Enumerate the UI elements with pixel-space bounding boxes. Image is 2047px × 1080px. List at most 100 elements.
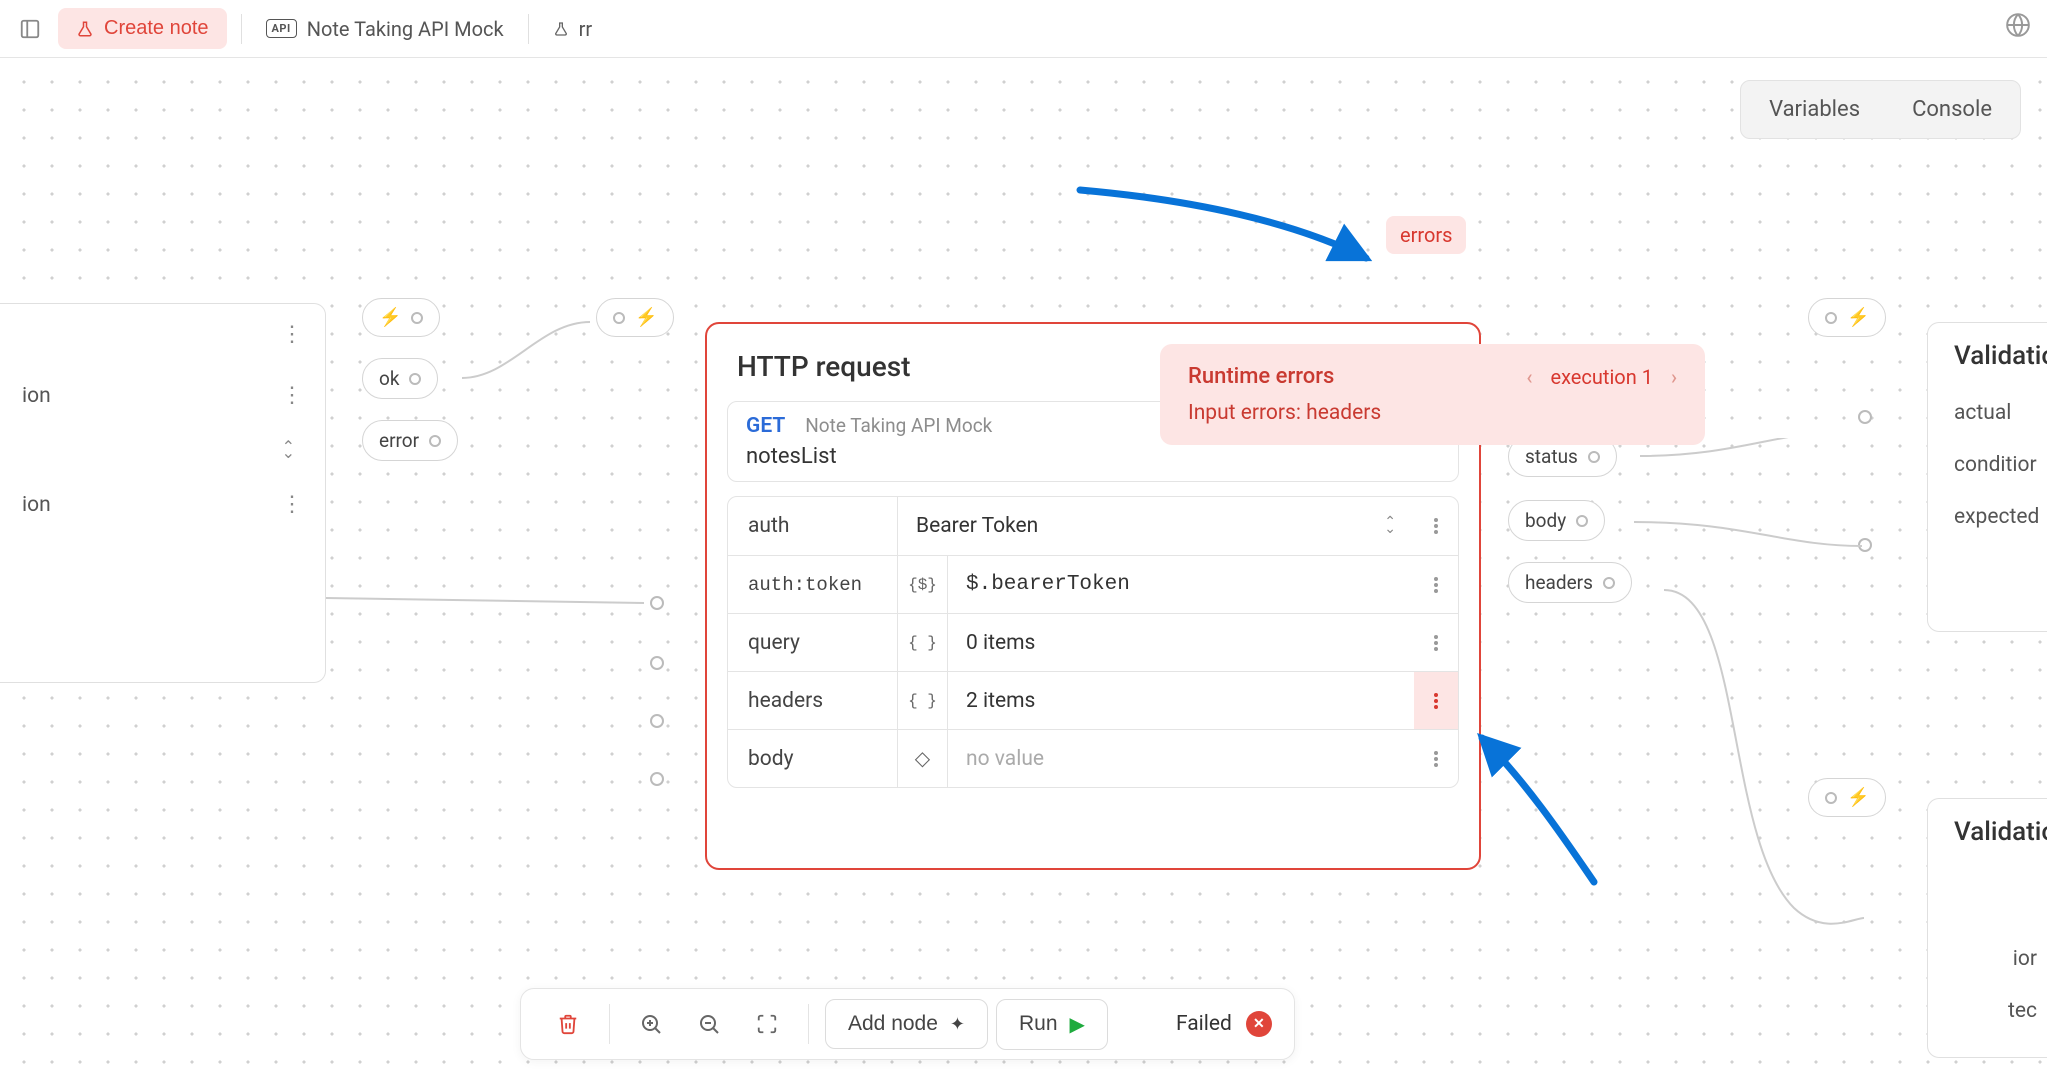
more-icon[interactable]: ⋮ xyxy=(281,492,303,517)
add-node-label: Add node xyxy=(848,1012,938,1036)
param-value[interactable]: no value xyxy=(948,747,1414,771)
param-type-icon: { } xyxy=(898,672,948,729)
port-out[interactable] xyxy=(1588,451,1600,463)
status-label: Failed xyxy=(1176,1012,1232,1036)
param-row-query: query { } 0 items xyxy=(728,613,1458,671)
separator xyxy=(609,1004,610,1044)
failed-icon: ✕ xyxy=(1246,1011,1272,1037)
tab-variables[interactable]: Variables xyxy=(1745,85,1884,134)
node-title: Validatio xyxy=(1954,341,2047,371)
chip-label: body xyxy=(1525,509,1566,532)
param-table: auth Bearer Token ⌃⌄ auth:token {$} $.be… xyxy=(727,496,1459,788)
validation-node[interactable]: Validatio actual conditior expected xyxy=(1927,322,2047,632)
runtime-message: Input errors: headers xyxy=(1188,401,1677,425)
node-chip-ok[interactable]: ok xyxy=(362,358,438,399)
node-title: Validatio xyxy=(1954,817,2047,847)
execution-label: execution 1 xyxy=(1550,365,1653,389)
left-row-label: ion xyxy=(22,384,51,408)
param-more-icon[interactable] xyxy=(1414,730,1458,787)
flask-icon xyxy=(76,19,94,39)
port-out[interactable] xyxy=(1603,577,1615,589)
port-in[interactable] xyxy=(650,772,664,786)
http-method: GET xyxy=(746,414,785,438)
param-row-auth: auth Bearer Token ⌃⌄ xyxy=(728,497,1458,555)
fit-view-icon[interactable] xyxy=(742,999,792,1049)
param-label: expected xyxy=(1954,491,2047,543)
more-icon[interactable]: ⋮ xyxy=(281,322,303,347)
node-chip-error[interactable]: error xyxy=(362,420,458,461)
separator xyxy=(808,1004,809,1044)
http-api-name: Note Taking API Mock xyxy=(805,414,992,437)
bolt-icon: ⚡ xyxy=(1847,307,1869,328)
port-out[interactable] xyxy=(409,373,421,385)
port-in[interactable] xyxy=(650,714,664,728)
port-in[interactable] xyxy=(613,312,625,324)
port-in[interactable] xyxy=(1858,410,1872,424)
breadcrumb-scenario-label: rr xyxy=(579,17,593,41)
chevron-left-icon[interactable]: ‹ xyxy=(1526,365,1532,389)
create-note-button[interactable]: Create note xyxy=(58,8,227,49)
chip-label: ok xyxy=(379,367,399,390)
trash-icon[interactable] xyxy=(543,999,593,1049)
param-more-icon[interactable] xyxy=(1414,556,1458,613)
param-type-icon: {$} xyxy=(898,556,948,613)
run-status: Failed ✕ xyxy=(1176,1011,1272,1037)
param-more-icon[interactable] xyxy=(1414,672,1458,729)
breadcrumb-api[interactable]: API Note Taking API Mock xyxy=(256,11,514,47)
add-node-button[interactable]: Add node ✦ xyxy=(825,999,988,1049)
param-label: auth xyxy=(728,497,898,555)
runtime-errors-panel: Runtime errors ‹ execution 1 › Input err… xyxy=(1160,344,1705,445)
param-row-auth-token: auth:token {$} $.bearerToken xyxy=(728,555,1458,613)
port-in[interactable] xyxy=(1825,312,1837,324)
chevron-right-icon[interactable]: › xyxy=(1671,365,1677,389)
breadcrumb-separator xyxy=(528,14,529,44)
validation-node[interactable]: Validatio ior tec xyxy=(1927,798,2047,1058)
diamond-plus-icon: ✦ xyxy=(950,1014,965,1035)
sidebar-toggle-icon[interactable] xyxy=(16,15,44,43)
select-indicator-icon[interactable]: ⌃⌄ xyxy=(1384,519,1396,533)
zoom-in-icon[interactable] xyxy=(626,999,676,1049)
port-out[interactable] xyxy=(411,312,423,324)
top-right-tabs: Variables Console xyxy=(1740,80,2021,139)
param-value[interactable]: 2 items xyxy=(948,689,1414,713)
http-operation: notesList xyxy=(746,444,1440,469)
globe-icon[interactable] xyxy=(2005,12,2031,45)
param-label: body xyxy=(728,730,898,787)
port-out[interactable] xyxy=(1576,515,1588,527)
node-chip-trigger-in[interactable]: ⚡ xyxy=(1808,298,1886,337)
port-out[interactable] xyxy=(429,435,441,447)
breadcrumb-scenario[interactable]: rr xyxy=(543,11,603,47)
bolt-icon: ⚡ xyxy=(635,307,657,328)
port-in[interactable] xyxy=(650,656,664,670)
param-label: conditior xyxy=(1954,439,2047,491)
create-note-label: Create note xyxy=(104,17,209,40)
left-node-panel: ⋮ ion ⋮ ⌃⌄ ion ⋮ xyxy=(0,303,326,683)
param-label: ior xyxy=(1954,933,2047,985)
runtime-title: Runtime errors xyxy=(1188,364,1334,389)
param-label: actual xyxy=(1954,387,2047,439)
param-more-icon[interactable] xyxy=(1414,497,1458,555)
play-icon: ▶ xyxy=(1070,1012,1085,1037)
run-button[interactable]: Run ▶ xyxy=(996,999,1108,1050)
chip-label: status xyxy=(1525,445,1578,468)
param-label: auth:token xyxy=(728,556,898,613)
output-chip-body[interactable]: body xyxy=(1508,500,1605,541)
param-value[interactable]: $.bearerToken xyxy=(948,573,1414,596)
tab-console[interactable]: Console xyxy=(1888,85,2016,134)
select-indicator-icon[interactable]: ⌃⌄ xyxy=(282,444,295,456)
output-chip-headers[interactable]: headers xyxy=(1508,562,1632,603)
more-icon[interactable]: ⋮ xyxy=(281,383,303,408)
breadcrumb-separator xyxy=(241,14,242,44)
param-label: headers xyxy=(728,672,898,729)
annotation-arrow xyxy=(1074,182,1384,282)
param-value[interactable]: 0 items xyxy=(948,631,1414,655)
node-chip-trigger[interactable]: ⚡ xyxy=(362,298,440,337)
param-value[interactable]: Bearer Token xyxy=(916,514,1038,538)
chip-label: error xyxy=(379,429,419,452)
param-more-icon[interactable] xyxy=(1414,614,1458,671)
bolt-icon: ⚡ xyxy=(379,307,401,328)
annotation-arrow xyxy=(1468,724,1608,894)
param-type-icon: ◇ xyxy=(898,730,948,787)
zoom-out-icon[interactable] xyxy=(684,999,734,1049)
flask-icon xyxy=(553,20,569,38)
